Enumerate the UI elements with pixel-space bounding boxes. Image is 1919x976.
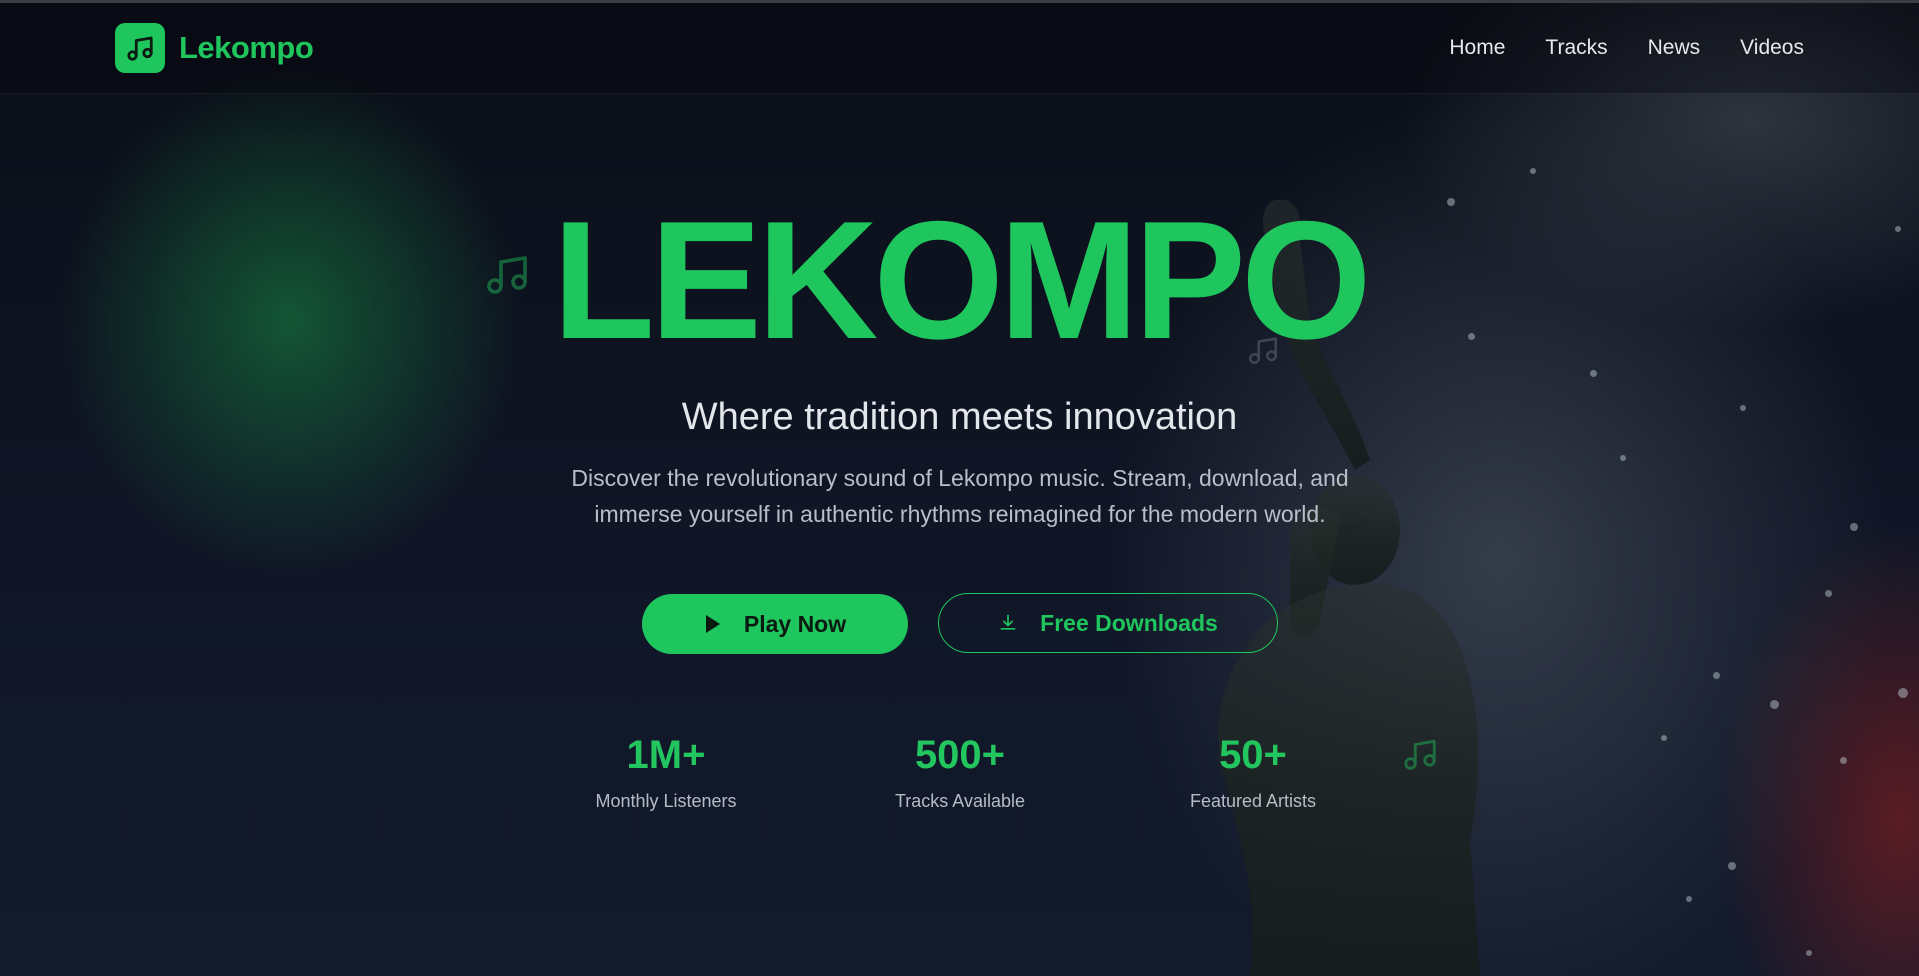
hero-title: LEKOMPO xyxy=(552,186,1371,374)
nav-link-videos[interactable]: Videos xyxy=(1740,36,1804,60)
hero-description: Discover the revolutionary sound of Leko… xyxy=(571,465,1349,527)
stat-label: Featured Artists xyxy=(1189,791,1317,811)
stat-label: Monthly Listeners xyxy=(595,791,737,811)
free-downloads-label: Free Downloads xyxy=(1040,609,1218,636)
logo-badge xyxy=(115,23,165,73)
brand-name: Lekompo xyxy=(179,30,314,65)
stat-value: 50+ xyxy=(1219,733,1287,777)
play-icon xyxy=(705,615,720,633)
play-now-label: Play Now xyxy=(743,610,847,637)
site-header: Lekompo Home Tracks News Videos xyxy=(0,3,1919,94)
download-icon xyxy=(1000,614,1016,630)
brand-logo[interactable]: Lekompo xyxy=(115,23,314,73)
free-downloads-button[interactable]: Free Downloads xyxy=(938,593,1278,653)
music-note-decoration-icon xyxy=(1404,739,1436,770)
stat-tracks-available: 500+ Tracks Available xyxy=(830,730,1090,814)
stat-value: 500+ xyxy=(914,733,1006,777)
nav-link-home[interactable]: Home xyxy=(1449,36,1505,60)
nav-link-news[interactable]: News xyxy=(1648,36,1701,60)
stat-monthly-listeners: 1M+ Monthly Listeners xyxy=(536,730,796,814)
nav-link-tracks[interactable]: Tracks xyxy=(1545,36,1607,60)
stat-featured-artists: 50+ Featured Artists xyxy=(1123,730,1383,814)
music-note-icon xyxy=(127,36,153,61)
play-now-button[interactable]: Play Now xyxy=(642,594,908,654)
hero-tagline: Where tradition meets innovation xyxy=(681,396,1238,438)
page: Lekompo Home Tracks News Videos LEKOMPO … xyxy=(0,0,1919,976)
main-nav: Home Tracks News Videos xyxy=(1449,28,1804,68)
stat-label: Tracks Available xyxy=(894,791,1026,811)
stat-value: 1M+ xyxy=(626,733,706,777)
